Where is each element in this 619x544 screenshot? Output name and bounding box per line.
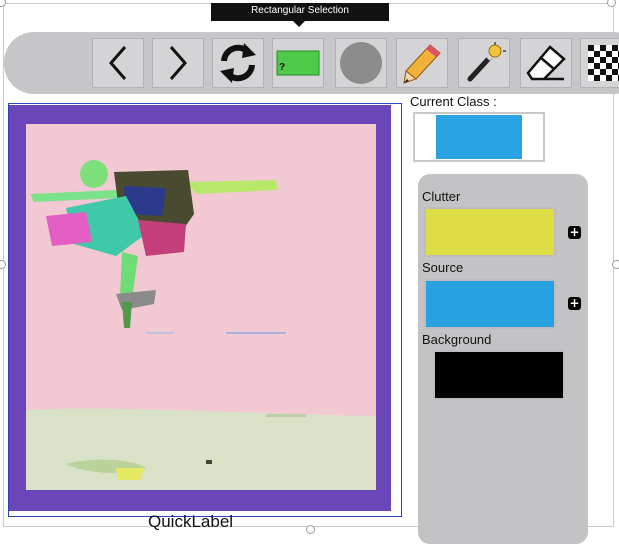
magic-wand-button[interactable] bbox=[458, 38, 510, 88]
current-class-label: Current Class : bbox=[410, 94, 497, 109]
refresh-button[interactable] bbox=[212, 38, 264, 88]
chevron-right-icon bbox=[169, 46, 187, 80]
class-swatch-source[interactable] bbox=[424, 279, 556, 329]
app-title: QuickLabel bbox=[148, 512, 234, 531]
rectangular-selection-button[interactable]: ? bbox=[272, 38, 324, 88]
checkerboard-icon bbox=[588, 45, 619, 81]
pencil-icon bbox=[403, 44, 441, 84]
class-label-clutter: Clutter bbox=[422, 189, 461, 204]
previous-button[interactable] bbox=[92, 38, 144, 88]
class-swatch-background[interactable] bbox=[433, 350, 565, 400]
class-label-background: Background bbox=[422, 332, 492, 347]
resize-handle-bottom[interactable] bbox=[306, 525, 315, 534]
next-button[interactable] bbox=[152, 38, 204, 88]
circle-selection-button[interactable] bbox=[335, 38, 387, 88]
eraser-icon bbox=[526, 45, 566, 81]
class-swatch-clutter[interactable] bbox=[424, 207, 556, 257]
tooltip: Rectangular Selection bbox=[211, 3, 389, 21]
current-class-swatch bbox=[436, 115, 522, 159]
magic-wand-icon bbox=[467, 42, 506, 82]
circle-icon bbox=[340, 42, 382, 84]
class-label-source: Source bbox=[422, 260, 464, 275]
pencil-button[interactable] bbox=[396, 38, 448, 88]
rectangle-selection-badge: ? bbox=[279, 62, 286, 73]
segmentation-overlay bbox=[26, 160, 376, 490]
eraser-button[interactable] bbox=[520, 38, 572, 88]
refresh-icon bbox=[220, 43, 256, 83]
add-source-button[interactable]: + bbox=[568, 297, 581, 310]
resize-handle-top-right[interactable] bbox=[607, 0, 616, 7]
tooltip-arrow bbox=[293, 21, 305, 27]
segmentation-image[interactable] bbox=[26, 124, 376, 490]
add-clutter-button[interactable]: + bbox=[568, 226, 581, 239]
resize-handle-right[interactable] bbox=[612, 260, 619, 269]
chevron-left-icon bbox=[109, 46, 127, 80]
checkerboard-button[interactable] bbox=[580, 38, 619, 88]
